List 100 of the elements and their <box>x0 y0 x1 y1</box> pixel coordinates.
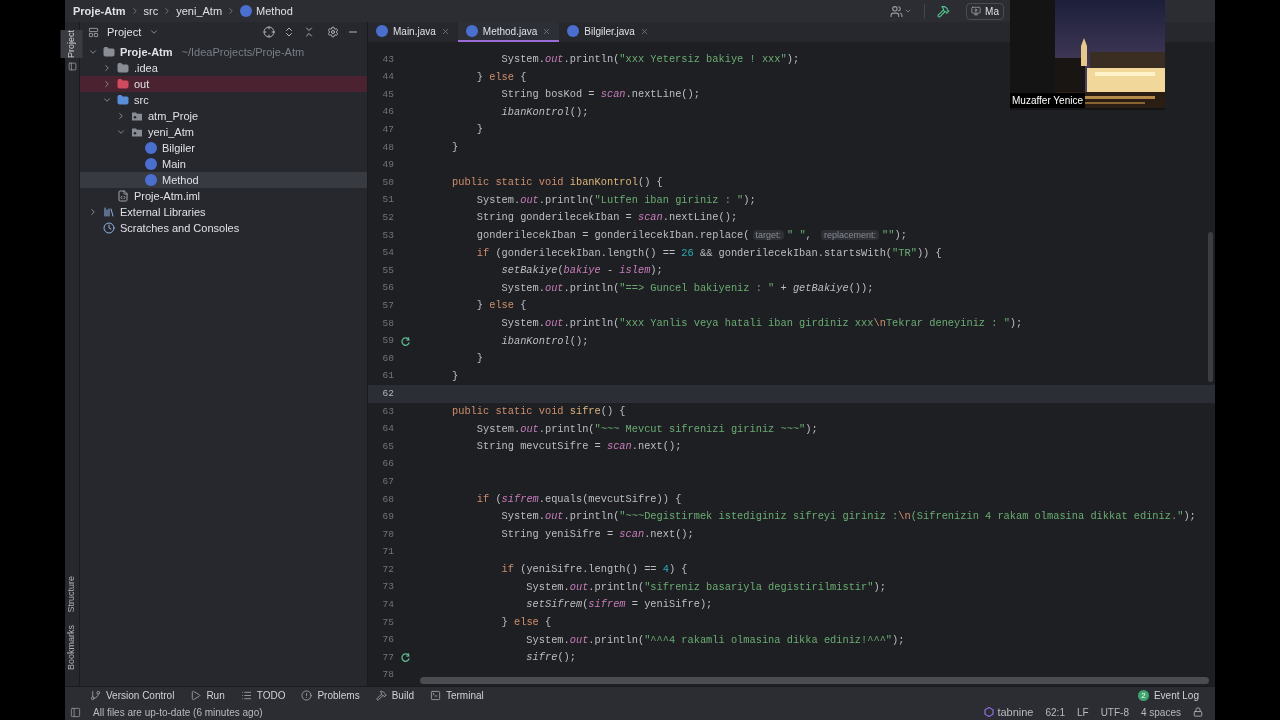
line-number: 45 <box>381 87 394 102</box>
close-icon[interactable] <box>639 26 649 36</box>
locate-icon[interactable] <box>263 26 275 38</box>
code-line: } else { <box>475 298 527 314</box>
panel-icon <box>67 62 77 71</box>
tree-item[interactable]: src <box>80 92 367 108</box>
library-icon <box>103 206 115 218</box>
tree-item[interactable]: atm_Proje <box>80 108 367 124</box>
code-line: gonderilecekIban = gonderilecekIban.replace( target: " ", replacement: ""); <box>475 228 907 243</box>
code-line: } else { <box>475 69 527 85</box>
participant-name: Muzaffer Yenice <box>1010 93 1085 108</box>
line-number: 59 <box>381 334 394 349</box>
lock-icon[interactable] <box>1193 707 1203 717</box>
tree-item[interactable]: Method <box>80 172 367 188</box>
editor-tab[interactable]: Method.java <box>457 22 560 42</box>
editor-tab[interactable]: Bilgiler.java <box>559 22 657 42</box>
code-line: System.out.println("xxx Yanlis veya hatali iban girdiniz xxx\nTekrar deneyiniz : "); <box>500 315 1023 331</box>
expand-all-icon[interactable] <box>283 26 295 38</box>
breadcrumb-item[interactable]: src <box>143 2 159 20</box>
tree-item[interactable]: Proje-Atm ~/IdeaProjects/Proje-Atm <box>80 44 367 60</box>
chevron-icon[interactable] <box>116 111 126 121</box>
tool-window-button[interactable]: Run <box>190 688 225 703</box>
tree-item[interactable]: .idea <box>80 60 367 76</box>
chevron-icon[interactable] <box>102 63 112 73</box>
code-line: String yeniSifre = scan.next(); <box>500 527 694 543</box>
breadcrumb-item[interactable]: yeni_Atm <box>176 2 223 20</box>
tree-item[interactable]: Scratches and Consoles <box>80 220 367 236</box>
status-item[interactable]: 4 spaces <box>1140 704 1181 720</box>
side-tab[interactable]: Bookmarks <box>61 625 83 670</box>
editor-tab[interactable]: Main.java <box>368 22 458 42</box>
package-icon <box>131 126 143 138</box>
code-line: if (yeniSifre.length() == 4) { <box>500 562 688 578</box>
code-line: System.out.println("==> Guncel bakiyeniz : " + getBakiye()); <box>500 280 874 296</box>
hammer-icon[interactable] <box>937 4 951 18</box>
side-tab[interactable]: Project <box>61 30 83 58</box>
panel-title[interactable]: Project <box>107 23 142 41</box>
panel-toggle-icon[interactable] <box>70 706 81 718</box>
chevron-icon[interactable] <box>102 95 112 105</box>
plugin-status[interactable]: tabnine <box>984 703 1034 720</box>
chevron-icon[interactable] <box>88 47 98 57</box>
line-number: 66 <box>381 457 394 472</box>
folder-icon <box>103 46 115 58</box>
tree-item[interactable]: out <box>80 76 367 92</box>
chevron-icon[interactable] <box>102 79 112 89</box>
line-number: 54 <box>381 246 394 261</box>
tree-item[interactable]: yeni_Atm <box>80 124 367 140</box>
tree-item[interactable]: Proje-Atm.iml <box>80 188 367 204</box>
line-number: 76 <box>381 633 394 648</box>
chevron-icon[interactable] <box>116 127 126 137</box>
users-icon[interactable] <box>890 4 913 18</box>
side-tab[interactable]: Structure <box>61 576 83 613</box>
hexagon-icon <box>984 707 995 717</box>
vertical-scrollbar[interactable] <box>1208 232 1213 382</box>
tree-item[interactable]: Bilgiler <box>80 140 367 156</box>
run-icon <box>190 690 202 701</box>
line-number: 63 <box>381 404 394 419</box>
code-line: } <box>452 140 459 155</box>
code-line: } <box>452 368 459 384</box>
code-line: if (sifrem.equals(mevcutSifre)) { <box>475 491 682 507</box>
code-line: String bosKod = scan.nextLine(); <box>500 87 700 103</box>
tool-window-button[interactable]: TODO <box>240 688 286 703</box>
tool-window-button[interactable]: Build <box>375 688 414 703</box>
code-line: String gonderilecekIban = scan.nextLine(); <box>475 210 738 226</box>
run-config-button[interactable]: Ma <box>966 2 1004 20</box>
collapse-all-icon[interactable] <box>303 26 315 38</box>
line-number: 78 <box>381 668 394 683</box>
event-log-button[interactable]: 2 Event Log <box>1137 688 1199 703</box>
line-number: 61 <box>381 369 394 384</box>
close-icon[interactable] <box>440 26 450 36</box>
line-number: 72 <box>381 562 394 577</box>
module-file-icon <box>117 190 129 202</box>
caret-icon[interactable] <box>149 27 160 37</box>
code-line: } else { <box>500 615 552 631</box>
line-number: 48 <box>381 140 394 155</box>
tool-window-button[interactable]: Terminal <box>429 688 484 703</box>
code-line: } <box>475 351 483 367</box>
line-number: 52 <box>381 211 394 225</box>
horizontal-scrollbar[interactable] <box>420 677 1209 684</box>
status-item[interactable]: 62:1 <box>1045 704 1065 720</box>
status-item[interactable]: LF <box>1076 704 1089 720</box>
breadcrumb-item[interactable]: Proje-Atm <box>73 2 126 20</box>
tree-item[interactable]: Main <box>80 156 367 172</box>
code-line: System.out.println("^^^4 rakamli olmasina dikka ediniz!^^^"); <box>525 632 905 648</box>
settings-icon[interactable] <box>327 26 339 38</box>
code-line: setSifrem(sifrem = yeniSifre); <box>525 597 713 613</box>
tool-window-button[interactable]: Version Control <box>90 688 175 703</box>
code-line: System.out.println("xxx Yetersiz bakiye ! xxx"); <box>500 52 800 68</box>
status-item[interactable]: UTF-8 <box>1100 704 1129 720</box>
code-line: public static void sifre() { <box>452 403 626 419</box>
chevron-icon[interactable] <box>88 207 98 217</box>
terminal-icon <box>429 690 441 701</box>
line-number: 70 <box>381 527 394 542</box>
line-number: 75 <box>381 615 394 630</box>
monitor-icon <box>971 6 982 16</box>
tree-item[interactable]: External Libraries <box>80 204 367 220</box>
breadcrumb-item[interactable]: Method <box>256 2 293 20</box>
tool-window-button[interactable]: Problems <box>301 688 360 703</box>
line-number: 65 <box>381 439 394 454</box>
line-number: 71 <box>381 545 394 560</box>
close-icon[interactable] <box>542 26 552 36</box>
